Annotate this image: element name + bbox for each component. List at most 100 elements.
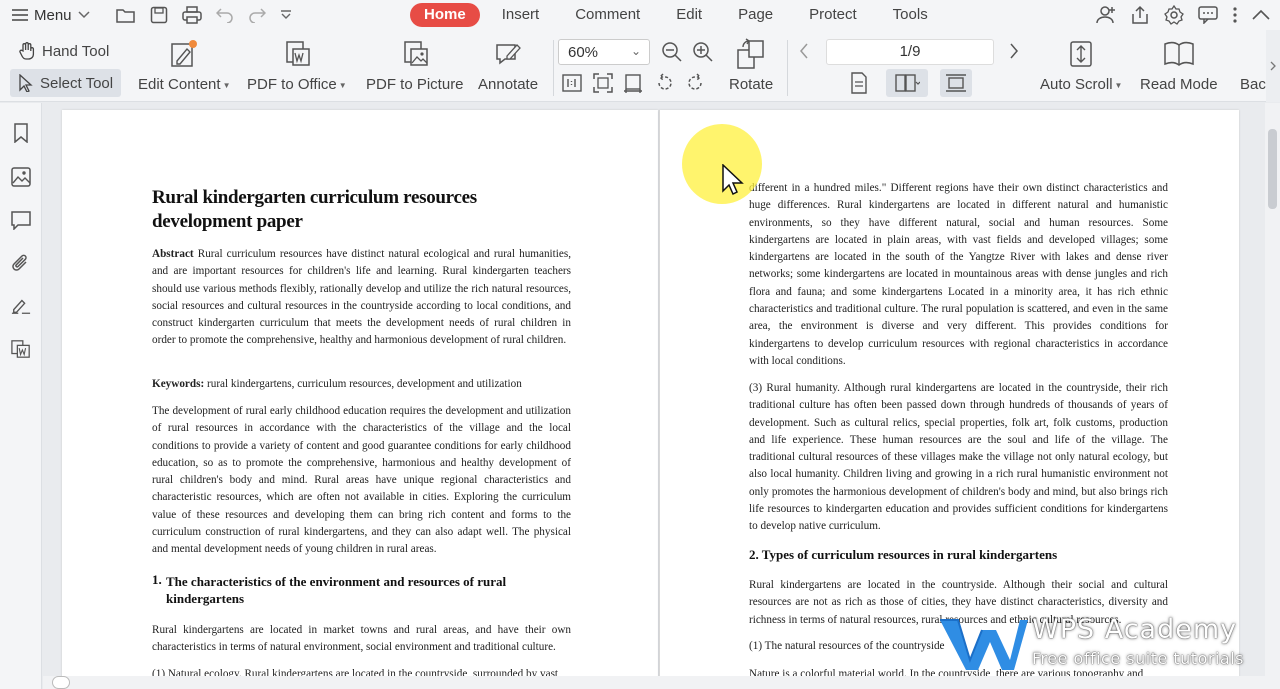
share-icon[interactable] (1130, 5, 1150, 25)
edit-content-label: Edit Content (138, 76, 221, 93)
page-indicator: 1/9 (899, 43, 921, 60)
book-icon (1163, 40, 1195, 68)
tab-comment[interactable]: Comment (557, 3, 658, 27)
attachment-icon[interactable] (11, 253, 31, 273)
thumbnail-icon[interactable] (11, 167, 31, 187)
chevron-down-icon: ⌄ (630, 44, 641, 58)
actual-size-icon[interactable] (562, 74, 582, 92)
select-tool-label: Select Tool (40, 74, 114, 92)
pdf-to-word-sidebar-icon[interactable] (11, 339, 31, 359)
rotate-page-icon (735, 38, 767, 70)
rotate-left-icon[interactable] (655, 73, 675, 93)
pdf-to-office-label: PDF to Office (247, 76, 337, 93)
keywords-label: Keywords: (152, 378, 205, 390)
tab-home[interactable]: Home (410, 3, 480, 27)
continuous-icon (945, 73, 967, 93)
settings-gear-icon[interactable] (1164, 5, 1184, 25)
watermark-subtitle: Free office suite tutorials (1032, 649, 1244, 668)
page-number-input[interactable]: 1/9 (826, 39, 994, 65)
auto-scroll-button[interactable]: Auto Scroll ▼ (1040, 36, 1122, 93)
comment-icon[interactable] (11, 210, 31, 230)
pdf-to-picture-button[interactable]: PDF to Picture (366, 36, 464, 93)
next-page-icon[interactable] (1009, 43, 1019, 59)
ribbon-tabs: Home Insert Comment Edit Page Protect To… (410, 0, 946, 30)
select-tool-button[interactable]: Select Tool (10, 69, 122, 97)
fit-page-icon[interactable] (593, 73, 613, 93)
abstract-paragraph: Abstract Rural curriculum resources have… (152, 246, 571, 350)
right-paragraph-2: (3) Rural humanity. Although rural kinde… (749, 382, 1168, 533)
section-1-title-line-1: The characteristics of the environment a… (166, 574, 507, 589)
customize-chevron-icon[interactable] (280, 10, 292, 20)
previous-page-icon[interactable] (799, 43, 809, 59)
two-page-view-button[interactable] (886, 69, 928, 97)
vertical-scrollbar[interactable] (1265, 103, 1280, 689)
save-icon[interactable] (150, 6, 168, 24)
hamburger-icon (12, 9, 28, 21)
pdf-to-picture-icon (400, 39, 430, 69)
document-page-1: Rural kindergarten curriculum resources … (62, 110, 658, 682)
ribbon-separator (787, 40, 788, 96)
chevron-right-icon (1270, 61, 1276, 71)
ribbon-toolbar: Hand Tool Select Tool Edit Content ▼ PDF … (0, 30, 1280, 102)
auto-scroll-icon (1067, 38, 1095, 70)
print-icon[interactable] (182, 6, 202, 24)
left-sidebar (0, 103, 42, 689)
vertical-scroll-thumb[interactable] (1268, 129, 1277, 209)
pdf-to-office-button[interactable]: PDF to Office ▼ (247, 36, 347, 93)
continuous-scroll-button[interactable] (940, 69, 972, 97)
tab-protect[interactable]: Protect (791, 3, 875, 27)
edit-content-button[interactable]: Edit Content ▼ (138, 36, 230, 93)
tab-tools[interactable]: Tools (875, 3, 946, 27)
abstract-label: Abstract (152, 248, 194, 260)
rotate-label: Rotate (729, 76, 774, 93)
more-vertical-icon[interactable] (1232, 6, 1238, 24)
menu-label: Menu (34, 6, 72, 24)
tab-page[interactable]: Page (720, 3, 791, 27)
horizontal-scroll-thumb[interactable] (52, 676, 70, 689)
mouse-pointer-icon (722, 163, 744, 201)
back-button[interactable]: Bac (1240, 76, 1266, 93)
section-1-number: 1. (152, 572, 162, 587)
keywords-text: rural kindergartens, curriculum resource… (204, 378, 522, 390)
signature-icon[interactable] (11, 296, 31, 316)
zoom-select[interactable]: 60% ⌄ (558, 39, 650, 65)
read-mode-button[interactable]: Read Mode (1140, 36, 1218, 93)
tab-insert[interactable]: Insert (484, 3, 558, 27)
rotate-button[interactable]: Rotate (729, 36, 773, 93)
zoom-out-icon[interactable] (661, 41, 683, 63)
add-user-icon[interactable] (1096, 5, 1116, 25)
annotate-button[interactable]: Annotate (478, 36, 538, 93)
single-page-icon[interactable] (850, 72, 868, 94)
section-1-paragraph: Rural kindergartens are located in marke… (152, 624, 571, 654)
zoom-value: 60% (568, 43, 599, 61)
tab-edit[interactable]: Edit (658, 3, 720, 27)
undo-icon[interactable] (216, 7, 234, 23)
bookmark-icon[interactable] (11, 123, 31, 143)
chevron-down-icon (78, 11, 90, 19)
window-icons (1096, 0, 1270, 30)
two-page-icon (894, 73, 920, 93)
document-title: Rural kindergarten curriculum resources … (152, 186, 592, 234)
open-folder-icon[interactable] (116, 7, 136, 23)
section-1-heading: 1. The characteristics of the environmen… (152, 572, 552, 607)
read-mode-label: Read Mode (1140, 76, 1218, 93)
document-viewport[interactable]: Rural kindergarten curriculum resources … (43, 103, 1265, 689)
wps-logo-icon (938, 614, 1030, 679)
document-title-line-1: Rural kindergarten curriculum resources (152, 187, 477, 208)
collapse-ribbon-icon[interactable] (1252, 9, 1270, 21)
arrow-cursor-icon (18, 74, 34, 92)
hand-tool-button[interactable]: Hand Tool (10, 37, 117, 65)
chat-icon[interactable] (1198, 6, 1218, 24)
hand-tool-label: Hand Tool (42, 42, 110, 60)
rotate-right-icon[interactable] (685, 73, 705, 93)
annotate-icon (493, 39, 523, 69)
back-label: Bac (1240, 76, 1266, 93)
edit-content-icon (169, 39, 199, 69)
hand-icon (18, 42, 36, 60)
abstract-text: Rural curriculum resources have distinct… (152, 248, 571, 347)
menu-button[interactable]: Menu (0, 7, 110, 24)
ribbon-scroll-right[interactable] (1266, 30, 1280, 102)
zoom-in-icon[interactable] (692, 41, 714, 63)
redo-icon[interactable] (248, 7, 266, 23)
fit-width-icon[interactable] (623, 73, 643, 93)
